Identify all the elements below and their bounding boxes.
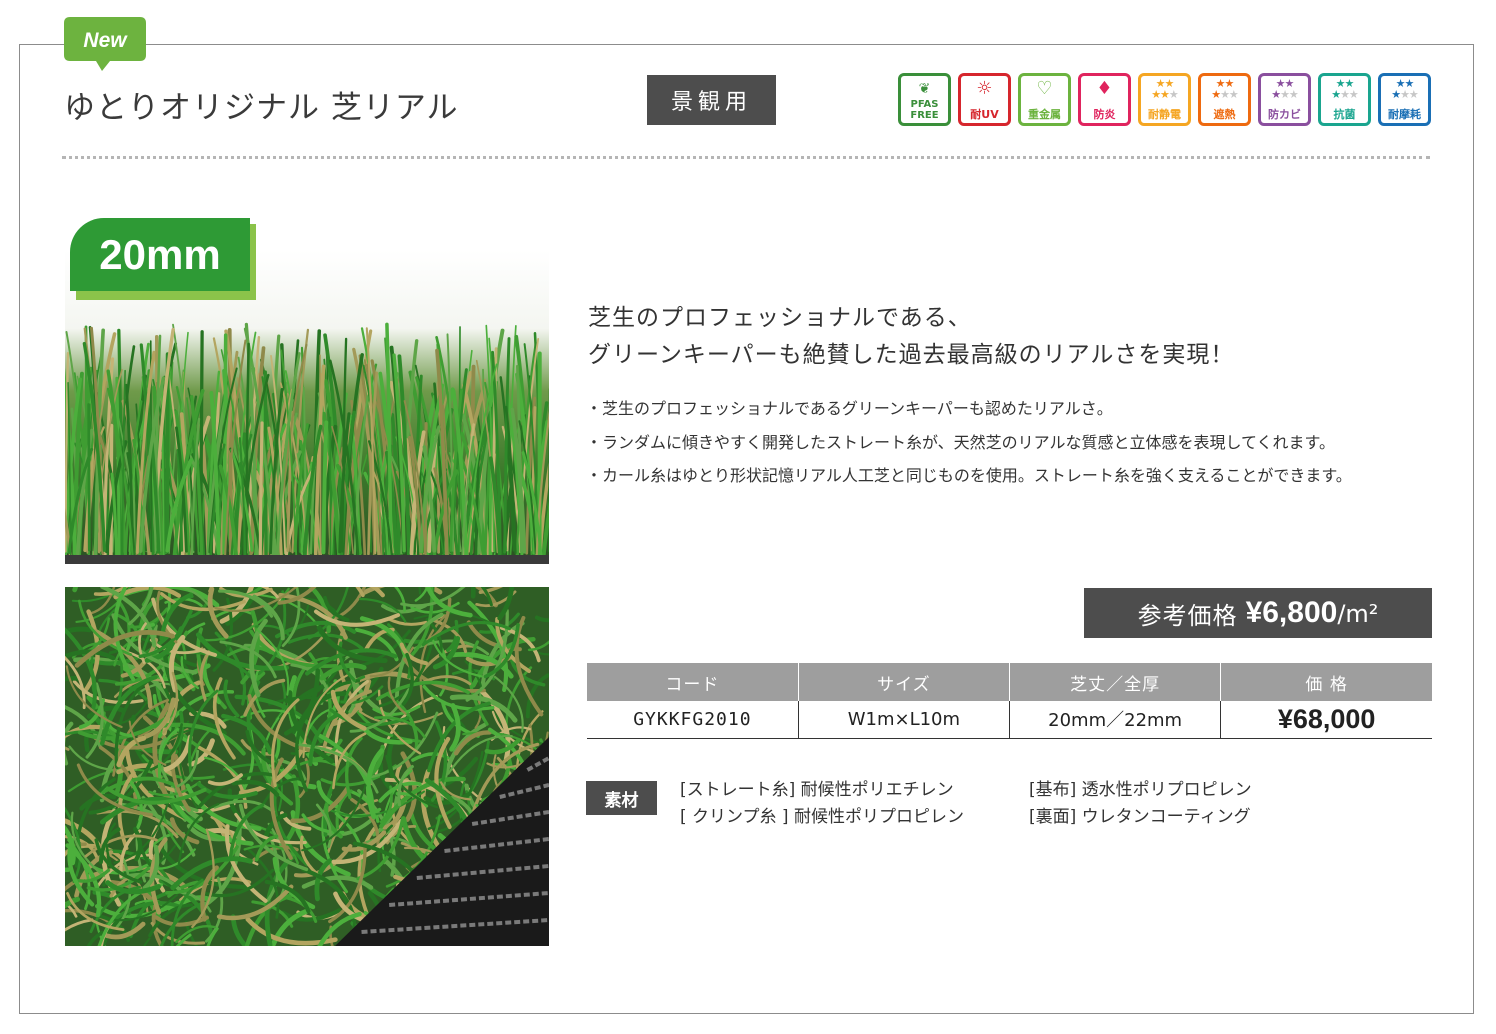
feature-icons: ❦ PFAS FREE ☼ 耐UV ♡ 重金属 ♦ 防炎 ★★ ★★★ 耐静電 ★… [898, 73, 1431, 126]
uv-label: 耐UV [970, 108, 999, 121]
pile-height-label: 20mm [70, 218, 250, 291]
cell-height: 20mm／22mm [1008, 701, 1221, 739]
reference-price-value: ¥6,800 [1245, 596, 1338, 629]
heavy-metal-free-icon: ♡ 重金属 [1018, 73, 1071, 126]
header-height: 芝丈／全厚 [1008, 663, 1221, 701]
pfas-label: FREE [910, 110, 939, 121]
antibacterial-icon: ★★ ★★★ 抗菌 [1318, 73, 1371, 126]
feature-list: ・芝生のプロフェッショナルであるグリーンキーパーも認めたリアルさ。 ・ランダムに… [586, 392, 1352, 493]
dotted-divider [62, 156, 1430, 159]
material-base-cloth: [基布] 透水性ポリプロピレン [1029, 780, 1252, 800]
rating-stars-icon: ★★ ★★★ [1211, 77, 1239, 101]
wear-resistance-icon: ★★ ★★★ 耐摩耗 [1378, 73, 1431, 126]
header-size: サイズ [797, 663, 1010, 701]
headline: 芝生のプロフェッショナルである、 グリーンキーパーも絶賛した過去最高級のリアルさ… [588, 300, 1234, 374]
mold-label: 防カビ [1268, 108, 1301, 121]
headline-line-2: グリーンキーパーも絶賛した過去最高級のリアルさを実現！ [588, 342, 1235, 368]
rating-stars-icon: ★★ ★★★ [1331, 77, 1359, 101]
wear-label: 耐摩耗 [1388, 108, 1421, 121]
turf-top-photo [65, 587, 549, 946]
header-code: コード [587, 663, 799, 701]
heat-shield-icon: ★★ ★★★ 遮熱 [1198, 73, 1251, 126]
list-item: ・芝生のプロフェッショナルであるグリーンキーパーも認めたリアルさ。 [586, 399, 1113, 418]
cell-price: ¥68,000 [1220, 701, 1432, 739]
uv-resistance-icon: ☼ 耐UV [958, 73, 1011, 126]
table-header-row: コード サイズ 芝丈／全厚 価 格 [587, 663, 1432, 701]
list-item: ・ランダムに傾きやすく開発したストレート糸が、天然芝のリアルな質感と立体感を表現… [586, 432, 1335, 452]
new-badge: New [64, 17, 146, 73]
material-straight-yarn: [ストレート糸] 耐候性ポリエチレン [680, 780, 954, 800]
table-row: GYKKFG2010 W1m×L10m 20mm／22mm ¥68,000 [587, 701, 1432, 739]
cell-code: GYKKFG2010 [587, 701, 799, 739]
heavy-metal-label: 重金属 [1028, 108, 1061, 121]
material-backing: [裏面] ウレタンコーティング [1029, 807, 1251, 827]
materials-tag: 素材 [586, 781, 657, 815]
rating-stars-icon: ★★ ★★★ [1151, 77, 1179, 101]
pile-height-badge: 20mm [70, 218, 256, 300]
header-price: 価 格 [1220, 663, 1432, 701]
rating-stars-icon: ★★ ★★★ [1271, 77, 1299, 101]
cell-size: W1m×L10m [797, 701, 1010, 739]
reference-price-label: 参考価格 [1137, 601, 1238, 630]
antistatic-icon: ★★ ★★★ 耐静電 [1138, 73, 1191, 126]
reference-price-unit: /m² [1337, 600, 1379, 628]
heat-shield-label: 遮熱 [1213, 108, 1236, 121]
flame-label: 防炎 [1093, 108, 1116, 121]
pfas-label-top: PFAS [910, 99, 939, 110]
flame-retardant-icon: ♦ 防炎 [1078, 73, 1131, 126]
usage-tag: 景観用 [647, 75, 776, 125]
product-title: ゆとりオリジナル 芝リアル [64, 90, 459, 126]
mold-resistance-icon: ★★ ★★★ 防カビ [1258, 73, 1311, 126]
new-badge-label: New [83, 29, 128, 52]
rating-stars-icon: ★★ ★★★ [1391, 77, 1419, 101]
list-item: ・カール糸はゆとり形状記憶リアル人工芝と同じものを使用。ストレート糸を強く支える… [586, 466, 1352, 485]
material-crimp-yarn: [ クリンプ糸 ] 耐候性ポリプロピレン [680, 807, 964, 827]
pfas-free-icon: ❦ PFAS FREE [898, 73, 951, 126]
spec-table: コード サイズ 芝丈／全厚 価 格 GYKKFG2010 W1m×L10m 20… [587, 663, 1432, 739]
antistatic-label: 耐静電 [1148, 108, 1181, 121]
headline-line-1: 芝生のプロフェッショナルである、 [588, 305, 972, 331]
antibacterial-label: 抗菌 [1333, 108, 1356, 121]
reference-price: 参考価格 ¥6,800/m² [1084, 588, 1432, 638]
